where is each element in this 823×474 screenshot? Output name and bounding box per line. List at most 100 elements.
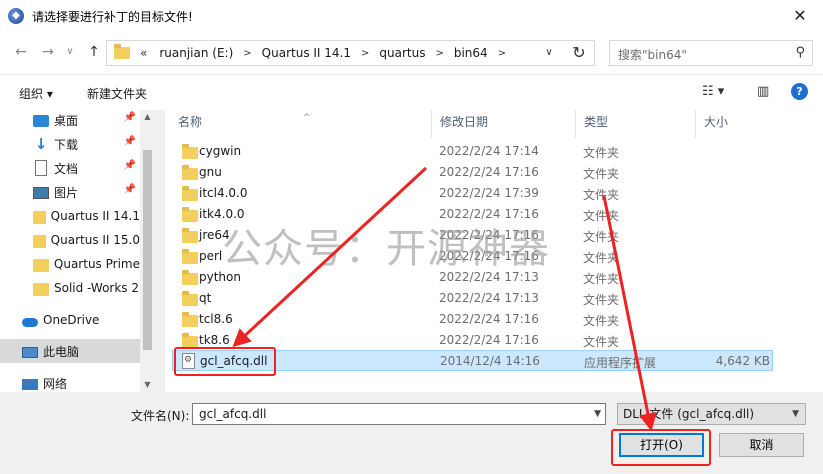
forward-button[interactable]: →: [38, 42, 58, 62]
chevron-down-icon[interactable]: ▼: [594, 404, 601, 424]
cancel-button[interactable]: 取消: [719, 433, 804, 457]
breadcrumb-quartus[interactable]: quartus: [379, 46, 425, 60]
table-row[interactable]: itcl4.0.0 2022/2/24 17:39 文件夹: [172, 183, 773, 204]
sidebar-scrollbar-thumb[interactable]: [143, 150, 152, 350]
refresh-icon: ↻: [572, 43, 586, 62]
highlight-box-file: [174, 347, 276, 376]
organize-menu-button[interactable]: 组织 ▾: [19, 85, 53, 102]
chevron-down-icon: ▼: [792, 409, 799, 419]
search-icon: ⚲: [795, 45, 805, 60]
download-icon: ↓: [34, 135, 48, 153]
navigation-pane: 桌面 📌 ↓ 下载 📌 文档 📌 图片 📌 Quartus II 14.1 Qu…: [0, 110, 155, 392]
column-header-size[interactable]: 大小: [696, 110, 773, 138]
file-type: 文件夹: [583, 251, 620, 265]
file-date: 2022/2/24 17:14: [439, 144, 539, 158]
file-date: 2022/2/24 17:13: [439, 291, 539, 305]
sidebar-item-quartus-ii-15-0[interactable]: Quartus II 15.0: [0, 228, 140, 252]
help-icon[interactable]: ?: [791, 83, 808, 100]
chevron-down-icon: ∨: [66, 46, 74, 57]
forward-arrow-icon: →: [42, 44, 54, 60]
filename-input[interactable]: gcl_afcq.dll ▼: [192, 403, 606, 425]
table-row[interactable]: gnu 2022/2/24 17:16 文件夹: [172, 162, 773, 183]
table-row[interactable]: qt 2022/2/24 17:13 文件夹: [172, 288, 773, 309]
filetype-value: DLL 文件 (gcl_afcq.dll): [623, 407, 755, 421]
sidebar-item-label: 网络: [43, 376, 68, 391]
file-name: tk8.6: [199, 333, 230, 347]
sidebar-item-quartus-ii-14-1[interactable]: Quartus II 14.1: [0, 204, 140, 228]
sidebar-item-label: Quartus II 14.1: [50, 209, 140, 223]
column-header-date[interactable]: 修改日期: [432, 110, 576, 138]
back-button[interactable]: ←: [11, 42, 31, 62]
breadcrumb-separator-icon[interactable]: >: [435, 48, 443, 59]
file-type: 文件夹: [583, 167, 620, 181]
highlight-box-open-button: [611, 429, 711, 466]
pin-icon: 📌: [123, 160, 136, 171]
breadcrumb-overflow[interactable]: «: [140, 46, 147, 60]
search-placeholder: 搜索"bin64": [618, 48, 687, 62]
refresh-button[interactable]: ↻: [564, 40, 594, 66]
column-header-name[interactable]: 名称 ^: [170, 110, 432, 138]
file-name: tcl8.6: [199, 312, 233, 326]
search-input[interactable]: 搜索"bin64" ⚲: [609, 40, 813, 66]
file-type: 文件夹: [583, 188, 620, 202]
sidebar-item-documents[interactable]: 文档 📌: [0, 156, 140, 180]
column-header-label: 名称: [178, 115, 203, 129]
sidebar-item-solidworks[interactable]: Solid -Works 2: [0, 276, 140, 300]
folder-icon: [182, 312, 198, 327]
up-button[interactable]: ↑: [84, 42, 104, 62]
up-arrow-icon: ↑: [88, 44, 100, 60]
file-type: 文件夹: [583, 314, 620, 328]
new-folder-button[interactable]: 新建文件夹: [87, 85, 147, 102]
breadcrumb-bin64[interactable]: bin64: [454, 46, 488, 60]
address-dropdown-icon[interactable]: ∨: [540, 44, 558, 62]
file-date: 2022/2/24 17:16: [439, 312, 539, 326]
folder-icon: [33, 282, 49, 296]
pin-icon: 📌: [123, 184, 136, 195]
filetype-select[interactable]: DLL 文件 (gcl_afcq.dll) ▼: [617, 403, 806, 425]
filename-value: gcl_afcq.dll: [199, 407, 267, 421]
sidebar-item-pictures[interactable]: 图片 📌: [0, 180, 140, 204]
table-row[interactable]: cygwin 2022/2/24 17:14 文件夹: [172, 141, 773, 162]
onedrive-icon: [22, 317, 38, 327]
column-header-type[interactable]: 类型: [576, 110, 696, 138]
folder-icon: [182, 207, 198, 222]
folder-icon: [182, 186, 198, 201]
file-date: 2022/2/24 17:16: [439, 165, 539, 179]
scroll-up-icon[interactable]: ▲: [140, 110, 155, 124]
preview-pane-icon[interactable]: ▥: [757, 84, 769, 99]
sort-ascending-icon: ^: [303, 113, 311, 123]
sidebar-item-label: 文档: [54, 161, 79, 176]
sidebar-item-downloads[interactable]: ↓ 下载 📌: [0, 132, 140, 156]
breadcrumb-drive[interactable]: ruanjian (E:): [159, 46, 233, 60]
address-bar[interactable]: « ruanjian (E:) > Quartus II 14.1 > quar…: [106, 40, 595, 66]
table-row[interactable]: tcl8.6 2022/2/24 17:16 文件夹: [172, 309, 773, 330]
breadcrumb-separator-icon[interactable]: >: [243, 48, 251, 59]
close-icon: ✕: [793, 6, 807, 25]
sidebar-item-label: 下载: [54, 137, 79, 152]
folder-icon: [182, 249, 198, 264]
title-bar: ◆ 请选择要进行补丁的目标文件! ✕: [0, 0, 823, 32]
sidebar-item-network[interactable]: 网络: [0, 371, 140, 392]
file-name: cygwin: [199, 144, 242, 158]
folder-icon: [33, 234, 46, 248]
recent-locations-button[interactable]: ∨: [60, 42, 80, 62]
file-date: 2014/12/4 14:16: [440, 354, 540, 368]
window-title: 请选择要进行补丁的目标文件!: [32, 9, 193, 24]
sidebar-item-label: 图片: [54, 185, 79, 200]
breadcrumb-separator-icon[interactable]: >: [361, 48, 369, 59]
sidebar-item-desktop[interactable]: 桌面 📌: [0, 110, 140, 132]
close-button[interactable]: ✕: [777, 0, 823, 32]
sidebar-item-quartus-prime[interactable]: Quartus Prime: [0, 252, 140, 276]
folder-icon: [182, 165, 198, 180]
sidebar-item-onedrive[interactable]: OneDrive: [0, 308, 140, 332]
breadcrumb-separator-icon[interactable]: >: [498, 48, 506, 59]
sidebar-item-this-pc[interactable]: 此电脑: [0, 339, 140, 363]
view-options-icon[interactable]: ☷ ▾: [702, 84, 724, 99]
scroll-down-icon[interactable]: ▼: [140, 378, 155, 392]
folder-icon: [114, 44, 130, 59]
breadcrumb-quartus-ii[interactable]: Quartus II 14.1: [262, 46, 351, 60]
watermark-text: 公众号：开源神器: [222, 226, 550, 272]
file-size: 4,642 KB: [715, 354, 770, 368]
file-type: 文件夹: [583, 293, 620, 307]
file-date: 2022/2/24 17:39: [439, 186, 539, 200]
